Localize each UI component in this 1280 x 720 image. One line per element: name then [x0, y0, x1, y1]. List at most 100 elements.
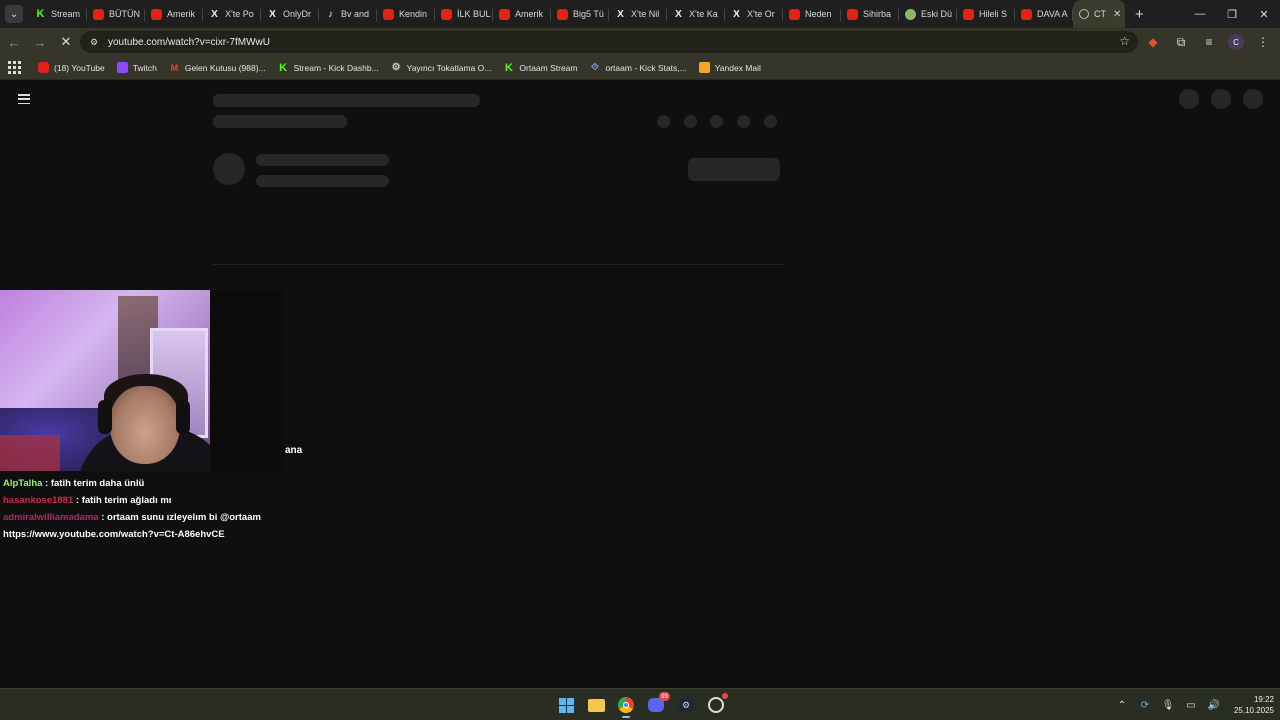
tab[interactable]: Sihirba	[841, 2, 899, 26]
chat-username: admiralwilliamadama	[3, 512, 99, 523]
tab[interactable]: BÜTÜN	[87, 2, 145, 26]
chat-username: hasankose1881	[3, 495, 74, 506]
tab-label: CT	[1094, 9, 1106, 19]
tab-label: X'te Po	[225, 9, 254, 19]
back-button[interactable]: ←	[2, 30, 26, 54]
bookmark-label: Yandex Mail	[714, 62, 761, 73]
tab[interactable]: İLK BUL	[435, 2, 493, 26]
bookmark-item[interactable]: K Ortaam Stream	[503, 61, 578, 74]
bookmark-item[interactable]: Yandex Mail	[698, 62, 761, 73]
bookmark-label: Yayıncı Tokatlama O...	[406, 62, 492, 73]
chat-text: : fatih terim daha ünlü	[42, 478, 145, 489]
profile-avatar[interactable]: C	[1228, 34, 1244, 50]
skeleton-title	[213, 94, 480, 107]
more-menu-icon[interactable]: ⋮	[1254, 33, 1272, 51]
bookmark-item[interactable]: M Gelen Kutusu (988)...	[169, 62, 266, 73]
webcam-dark-panel	[210, 290, 285, 471]
minimize-button[interactable]: —	[1184, 0, 1216, 28]
globe-icon: ⚙	[391, 62, 401, 73]
headset-icon	[176, 400, 190, 434]
tab-label: Eski Dü	[921, 9, 953, 19]
apps-grid-icon[interactable]	[6, 60, 22, 76]
tab[interactable]: X X'te Po	[203, 2, 261, 26]
tab[interactable]: Amerik	[145, 2, 203, 26]
ubisoft-taskbar-button[interactable]	[706, 693, 728, 715]
youtube-icon	[963, 8, 974, 20]
tab[interactable]: X X'te Nil	[609, 2, 667, 26]
clock[interactable]: 19:22 25.10.2025	[1234, 694, 1274, 716]
chat-username: AlpTalha	[3, 478, 43, 489]
tab-label: OnlyDr	[283, 9, 312, 19]
steam-taskbar-button[interactable]: ⚙	[676, 695, 696, 715]
tab[interactable]: X X'te Ka	[667, 2, 725, 26]
site-info-icon[interactable]: ⚙	[86, 34, 102, 50]
chrome-taskbar-button[interactable]	[616, 695, 636, 718]
tab-label: DAVA A	[1037, 9, 1068, 19]
clock-date: 25.10.2025	[1233, 706, 1274, 715]
restore-button[interactable]: ❐	[1216, 0, 1248, 28]
bookmark-item[interactable]: ⚙ Yayıncı Tokatlama O...	[391, 62, 492, 73]
bookmark-label: Twitch	[132, 62, 157, 73]
display-icon[interactable]: ▭	[1184, 700, 1198, 711]
x-icon: X	[211, 8, 218, 20]
bookmark-label: Ortaam Stream	[519, 62, 578, 73]
forward-button[interactable]: →	[28, 30, 52, 54]
tab[interactable]: DAVA A	[1015, 2, 1073, 26]
skeleton-avatar	[213, 153, 245, 185]
tab-search-button[interactable]: ⌄	[5, 5, 23, 23]
bookmark-star-icon[interactable]: ☆	[1119, 34, 1130, 48]
tab[interactable]: Kendin	[377, 2, 435, 26]
close-icon: ✕	[60, 34, 72, 49]
tab[interactable]: X OnlyDr	[261, 2, 319, 26]
bookmark-item[interactable]: (18) YouTube	[38, 62, 105, 73]
overlay-stray-text: ana	[285, 445, 303, 456]
tab-strip: ⌄ K Stream BÜTÜN Amerik X X'te Po X OnlyDr ♪ Bv a…	[0, 0, 1280, 28]
skeleton-channel	[256, 154, 389, 166]
tab[interactable]: Amerik	[493, 2, 551, 26]
chat-message: AlpTalha : fatih terim daha ünlü	[3, 475, 523, 492]
chevron-up-icon[interactable]: ⌃	[1115, 700, 1129, 711]
tab-list: K Stream BÜTÜN Amerik X X'te Po X OnlyDr ♪ Bv and…	[29, 0, 1125, 28]
hamburger-menu-icon[interactable]	[18, 94, 30, 104]
youtube-icon	[441, 8, 452, 20]
restore-icon: ❐	[1227, 8, 1237, 21]
kick-icon: K	[504, 61, 513, 74]
stop-button[interactable]: ✕	[54, 30, 78, 54]
bookmark-item[interactable]: Twitch	[116, 62, 157, 73]
microphone-icon[interactable]: 🎙	[1161, 700, 1175, 711]
sync-icon[interactable]: ⟳	[1138, 700, 1152, 711]
kick-icon: K	[279, 61, 288, 74]
tab[interactable]: Neden	[783, 2, 841, 26]
tab[interactable]: K Stream	[29, 2, 87, 26]
extension-leaf-icon[interactable]: ◆	[1144, 33, 1162, 51]
bookmark-item[interactable]: ⟐ ortaam - Kick Stats,...	[590, 62, 687, 73]
new-tab-button[interactable]: +	[1135, 6, 1144, 23]
address-bar[interactable]: ⚙ youtube.com/watch?v=cixr-7fMWwU ☆	[80, 31, 1138, 53]
tab-close-icon[interactable]: ✕	[1113, 9, 1121, 20]
tab[interactable]: CT ✕	[1073, 0, 1125, 28]
content-divider	[213, 264, 784, 265]
extensions-puzzle-icon[interactable]: ⧉	[1172, 33, 1190, 51]
bookmark-item[interactable]: K Stream - Kick Dashb...	[278, 61, 379, 74]
webcam-person-face	[110, 386, 180, 464]
close-window-button[interactable]: ✕	[1248, 0, 1280, 28]
ubisoft-icon	[708, 697, 724, 713]
bookmark-list: (18) YouTube Twitch M Gelen Kutusu (988)...…	[38, 61, 773, 74]
discord-taskbar-button[interactable]: 99	[646, 692, 670, 715]
start-button[interactable]	[556, 695, 576, 715]
skeleton-subs	[256, 175, 389, 187]
tab[interactable]: Hileli S	[957, 2, 1015, 26]
chat-message: https://www.youtube.com/watch?v=Ct-A86eh…	[3, 526, 523, 543]
chevron-down-icon: ⌄	[9, 8, 19, 20]
address-url[interactable]: youtube.com/watch?v=cixr-7fMWwU	[108, 37, 270, 48]
tab[interactable]: ♪ Bv and	[319, 2, 377, 26]
tab[interactable]: Big5 Tü	[551, 2, 609, 26]
media-controls-icon[interactable]: ≡	[1200, 33, 1218, 51]
x-icon: X	[675, 8, 682, 20]
file-explorer-button[interactable]	[586, 695, 606, 715]
system-tray: ⌃ ⟳ 🎙 ▭ 🔊 19:22 25.10.2025	[1115, 692, 1274, 718]
tab[interactable]: X X'te Or	[725, 2, 783, 26]
youtube-icon	[789, 8, 800, 20]
tab[interactable]: Eski Dü	[899, 2, 957, 26]
volume-icon[interactable]: 🔊	[1207, 700, 1221, 711]
